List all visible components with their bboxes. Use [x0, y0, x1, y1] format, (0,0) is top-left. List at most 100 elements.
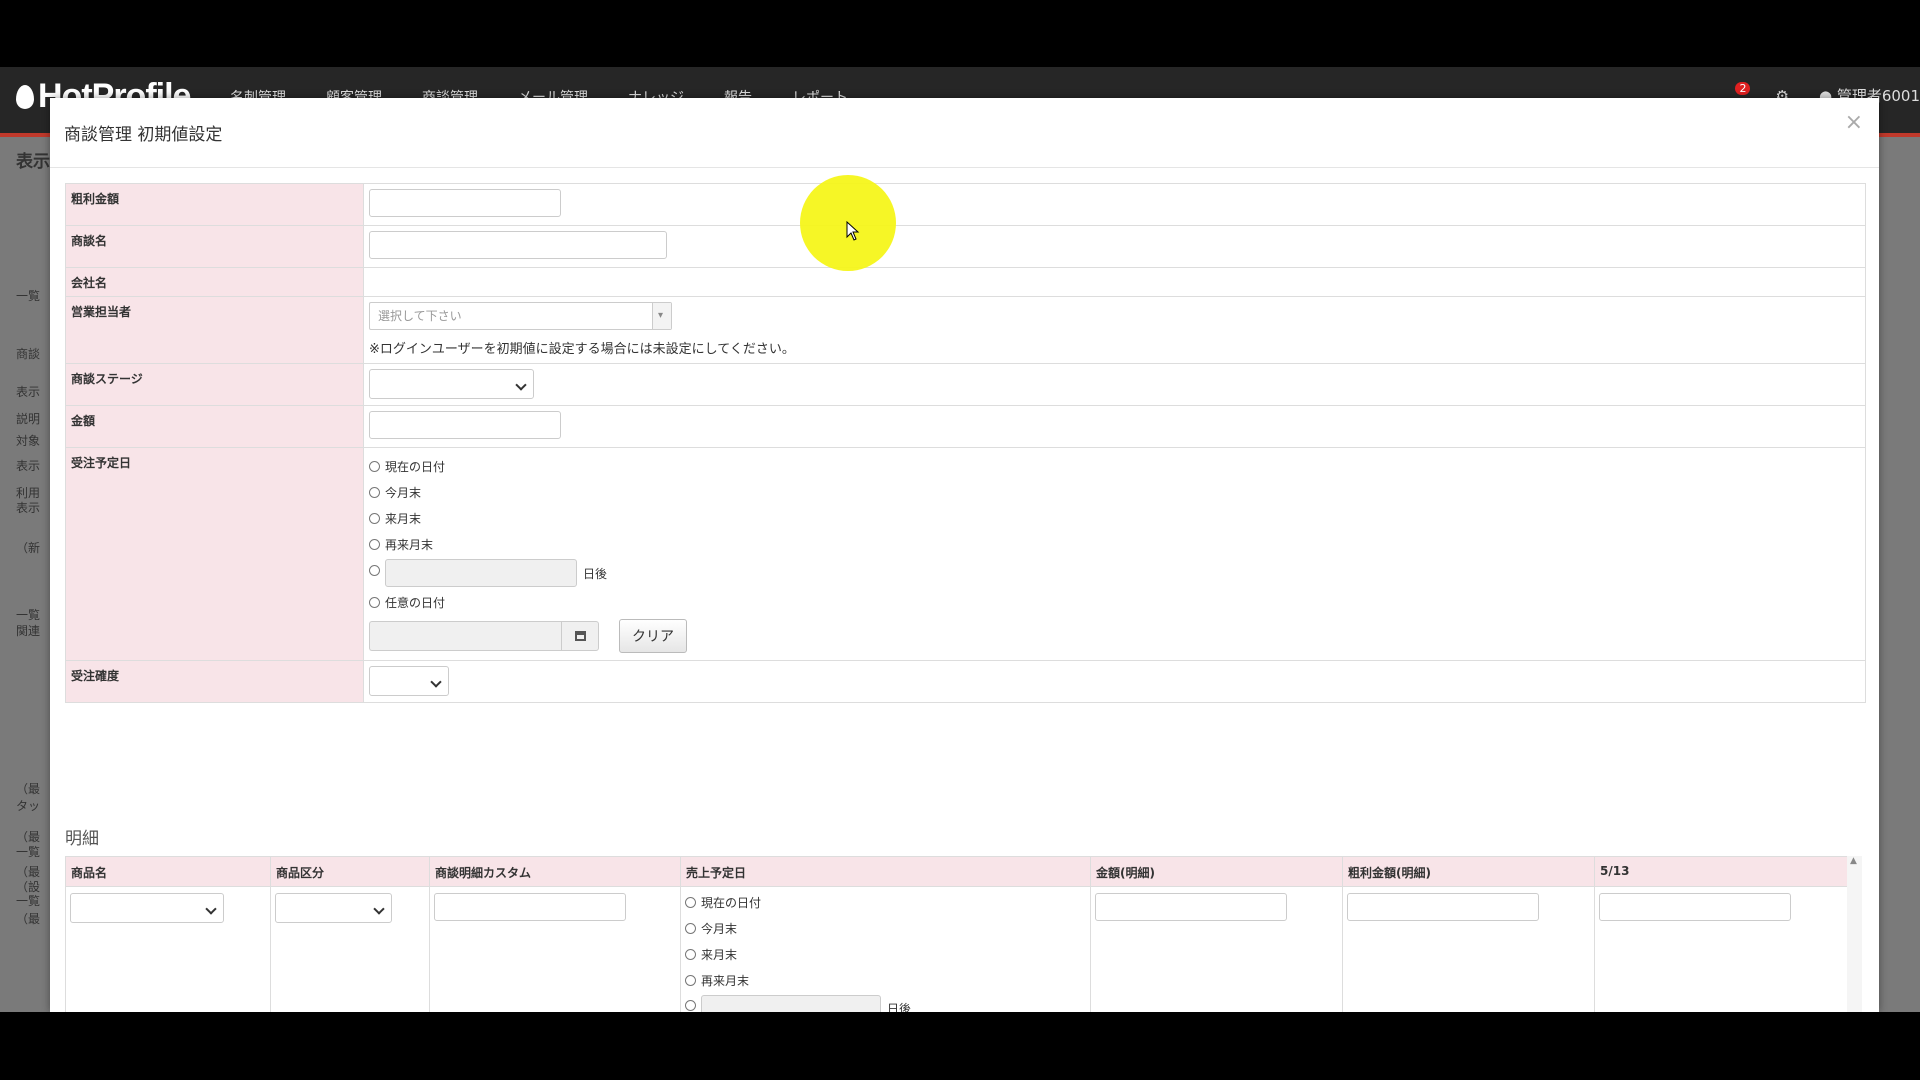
radio-label: 再来月末	[385, 537, 434, 552]
radio-button[interactable]	[369, 596, 380, 608]
radio-button[interactable]	[369, 538, 380, 550]
deal-name-input[interactable]	[369, 231, 667, 259]
background-label: （最	[16, 782, 41, 796]
radio-days-after[interactable]: 日後	[685, 993, 1086, 1012]
background-label: 商談	[16, 347, 41, 361]
radio-button[interactable]	[685, 974, 696, 986]
initial-values-modal: 商談管理 初期値設定 × 粗利金額 商談名 会社名 営業担当者 選択して下さい …	[50, 98, 1879, 1012]
scrollbar[interactable]: ▲ ▼	[1847, 856, 1862, 1012]
field-label: 受注確度	[66, 661, 364, 702]
background-label: （新	[16, 541, 41, 555]
page-title: 表示	[16, 152, 50, 172]
radio-button[interactable]	[369, 460, 380, 472]
form-row-gross-profit: 粗利金額	[66, 184, 1865, 226]
modal-title: 商談管理 初期値設定	[64, 125, 223, 145]
field-label: 営業担当者	[66, 297, 364, 363]
radio-end-this-month[interactable]: 今月末	[369, 479, 1860, 505]
form-row-order-date: 受注予定日 現在の日付 今月末 来月末 再来月末 日後 任意の日付 クリア	[66, 448, 1865, 661]
radio-label: 任意の日付	[385, 595, 446, 610]
radio-label: 今月末	[701, 921, 738, 936]
radio-end-month-after-next[interactable]: 再来月末	[685, 967, 1086, 993]
radio-button[interactable]	[685, 999, 696, 1011]
detail-custom-input[interactable]	[434, 893, 626, 921]
column-header: 5/13	[1600, 864, 1630, 878]
radio-end-next-month[interactable]: 来月末	[685, 941, 1086, 967]
radio-today[interactable]: 現在の日付	[369, 453, 1860, 479]
column-header: 粗利金額(明細)	[1343, 857, 1595, 886]
field-label: 受注予定日	[66, 448, 364, 660]
details-section-title: 明細	[65, 829, 99, 849]
amount-input[interactable]	[369, 411, 561, 439]
close-icon[interactable]: ×	[1845, 110, 1863, 135]
background-label: 表示	[16, 459, 41, 473]
radio-label: 来月末	[385, 511, 422, 526]
column-header: 金額(明細)	[1091, 857, 1343, 886]
days-after-label: 日後	[583, 566, 608, 581]
defaults-form: 粗利金額 商談名 会社名 営業担当者 選択して下さい ※ログインユーザーを初期値…	[65, 183, 1866, 703]
gross-profit-input[interactable]	[369, 189, 561, 217]
field-label: 粗利金額	[66, 184, 364, 225]
date-input[interactable]	[369, 621, 561, 651]
scroll-up-icon[interactable]: ▲	[1850, 856, 1857, 866]
field-label: 金額	[66, 406, 364, 447]
field-label: 商談名	[66, 226, 364, 267]
deal-stage-select[interactable]	[369, 369, 534, 399]
form-row-amount: 金額	[66, 406, 1865, 448]
notification-badge: 2	[1735, 81, 1751, 95]
background-label: 一覧	[16, 845, 41, 859]
radio-label: 現在の日付	[385, 459, 446, 474]
radio-button[interactable]	[369, 486, 380, 498]
order-probability-select[interactable]	[369, 666, 449, 696]
detail-gross-profit-input[interactable]	[1347, 893, 1539, 921]
details-table-row: 現在の日付 今月末 来月末 再来月末 日後 任意の日付 クリア	[66, 887, 1848, 1012]
field-label: 商談ステージ	[66, 364, 364, 405]
clear-button[interactable]: クリア	[619, 619, 687, 653]
background-label: 一覧	[16, 289, 41, 303]
calendar-icon[interactable]	[561, 621, 599, 651]
detail-amount-input[interactable]	[1095, 893, 1287, 921]
column-header: 売上予定日	[681, 857, 1091, 886]
product-category-select[interactable]	[275, 893, 392, 923]
days-after-input[interactable]	[385, 559, 577, 587]
radio-any-date[interactable]: 任意の日付	[369, 589, 1860, 615]
radio-button[interactable]	[685, 922, 696, 934]
form-row-order-probability: 受注確度	[66, 661, 1865, 702]
form-row-deal-stage: 商談ステージ	[66, 364, 1865, 406]
product-name-select[interactable]	[70, 893, 224, 923]
radio-label: 現在の日付	[701, 895, 762, 910]
radio-button[interactable]	[369, 564, 380, 576]
background-label: タッ	[16, 799, 41, 813]
modal-header: 商談管理 初期値設定 ×	[50, 98, 1879, 168]
mouse-cursor-icon	[846, 220, 860, 245]
background-label: 一覧	[16, 608, 41, 622]
background-label: 表示	[16, 385, 41, 399]
form-row-sales-rep: 営業担当者 選択して下さい ※ログインユーザーを初期値に設定する場合には未設定に…	[66, 297, 1865, 364]
background-label: 説明	[16, 412, 41, 426]
background-label: 関連	[16, 624, 41, 638]
background-label: 対象	[16, 434, 41, 448]
details-table-header: 商品名 商品区分 商談明細カスタム 売上予定日 金額(明細) 粗利金額(明細) …	[66, 857, 1848, 887]
form-row-deal-name: 商談名	[66, 226, 1865, 268]
radio-end-this-month[interactable]: 今月末	[685, 915, 1086, 941]
radio-button[interactable]	[685, 948, 696, 960]
radio-label: 再来月末	[701, 973, 750, 988]
radio-end-month-after-next[interactable]: 再来月末	[369, 531, 1860, 557]
chevron-down-icon[interactable]	[652, 303, 671, 329]
radio-days-after[interactable]: 日後	[369, 557, 1860, 589]
background-label: 表示	[16, 501, 41, 515]
detail-date-input[interactable]	[1599, 893, 1791, 921]
sales-rep-select[interactable]: 選択して下さい	[369, 302, 672, 330]
column-header: 商談明細カスタム	[430, 857, 681, 886]
column-header: 商品区分	[271, 857, 430, 886]
date-picker-row: クリア	[369, 619, 1860, 653]
radio-button[interactable]	[685, 896, 696, 908]
field-label: 会社名	[66, 268, 364, 296]
form-row-company-name: 会社名	[66, 268, 1865, 297]
details-table: 商品名 商品区分 商談明細カスタム 売上予定日 金額(明細) 粗利金額(明細) …	[65, 856, 1849, 1012]
days-after-input[interactable]	[701, 995, 881, 1012]
background-label: 一覧	[16, 894, 41, 908]
radio-today[interactable]: 現在の日付	[685, 889, 1086, 915]
radio-button[interactable]	[369, 512, 380, 524]
radio-end-next-month[interactable]: 来月末	[369, 505, 1860, 531]
sales-rep-placeholder: 選択して下さい	[378, 309, 462, 323]
